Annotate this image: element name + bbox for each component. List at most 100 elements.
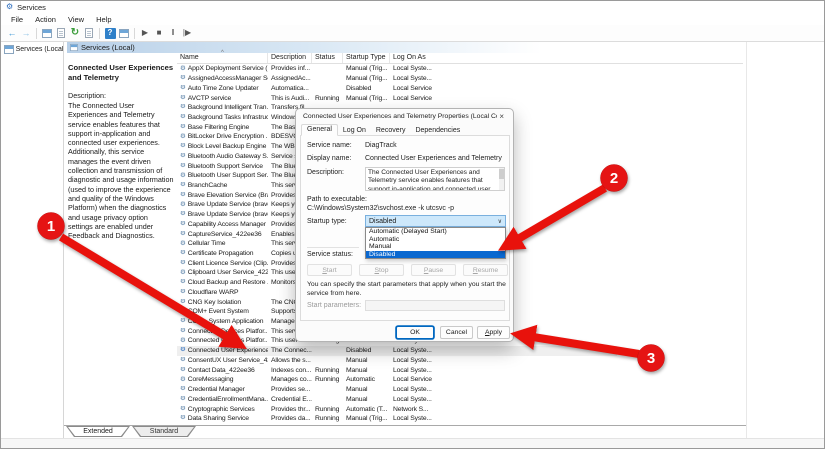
show-window-icon[interactable] [117, 27, 131, 40]
cell: Network S... [393, 405, 429, 413]
cell: Automatica... [271, 84, 309, 92]
cell-name: ⚙ AssignedAccessManager Se... [180, 75, 268, 83]
toolbar-separator [99, 27, 100, 39]
document-icon [85, 28, 93, 38]
apply-button[interactable]: Apply [477, 326, 510, 339]
tab-extended[interactable]: Extended [66, 426, 130, 437]
table-row[interactable]: ⚙ Data Sharing Service Provides da... Runni… [177, 414, 617, 424]
properties-icon[interactable] [54, 27, 68, 40]
service-gear-icon: ⚙ [180, 405, 186, 412]
stop-service-icon[interactable]: ■ [152, 27, 166, 40]
service-gear-icon: ⚙ [180, 113, 186, 121]
table-row[interactable]: ⚙ CoreMessaging Manages co... Running Automa… [177, 375, 617, 385]
table-row[interactable]: ⚙ CredentialEnrollmentMana... Credential E… [177, 394, 617, 404]
cell: Running [315, 405, 340, 413]
cell-name: ⚙ ConsentUX User Service_42... [180, 356, 268, 364]
table-row[interactable]: ⚙ Connected User Experience... The Connec.… [177, 345, 617, 356]
ok-button[interactable]: OK [396, 326, 434, 339]
table-row[interactable]: ⚙ Cryptographic Services Provides thr... Ru… [177, 404, 617, 414]
tab-standard[interactable]: Standard [132, 426, 196, 437]
cell-name: ⚙ AppX Deployment Service (... [180, 65, 268, 73]
cell-name: ⚙ Background Intelligent Tran... [180, 104, 268, 112]
cell-name: ⚙ Base Filtering Engine [180, 123, 250, 131]
table-row[interactable]: ⚙ ConsentUX User Service_42... Allows the … [177, 356, 617, 366]
cell: Provides thr... [271, 405, 311, 413]
start-service-icon[interactable]: ▶ [138, 27, 152, 40]
service-gear-icon: ⚙ [180, 376, 186, 383]
table-row[interactable]: ⚙ Credential Manager Provides se... Manual L… [177, 385, 617, 395]
cell: AssignedAc... [271, 75, 311, 83]
startup-type-combobox[interactable]: Disabled ∨ [365, 215, 506, 227]
startup-type-label: Startup type: [307, 218, 347, 225]
show-console-tree-icon[interactable] [40, 27, 54, 40]
cell-name: ⚙ BitLocker Drive Encryption ... [180, 133, 268, 141]
menu-view[interactable]: View [62, 15, 90, 24]
column-header-description[interactable]: Description [268, 53, 312, 63]
table-row[interactable]: ⚙ AssignedAccessManager Se... AssignedAc..… [177, 74, 617, 84]
view-tab-strip: Extended Standard [64, 425, 746, 438]
cell: Local Syste... [393, 366, 432, 374]
menu-file[interactable]: File [5, 15, 29, 24]
cell: Local Syste... [393, 65, 432, 73]
scrollbar-thumb[interactable] [499, 169, 504, 179]
service-gear-icon: ⚙ [180, 288, 186, 296]
tab-general[interactable]: General [301, 124, 338, 136]
service-gear-icon: ⚙ [180, 386, 186, 393]
cell-name: ⚙Clipboard User Service_422e... [180, 269, 268, 277]
dropdown-option[interactable]: Manual [366, 243, 505, 251]
column-header-log-on-as[interactable]: Log On As [390, 53, 443, 63]
resume-button[interactable]: Resume [463, 264, 508, 276]
stop-button[interactable]: Stop [359, 264, 404, 276]
cell-name: ⚙ Bluetooth Support Service [180, 162, 263, 170]
refresh-icon[interactable]: ↻ [68, 27, 82, 40]
scrollbar[interactable] [499, 168, 504, 190]
column-header-status[interactable]: Status [312, 53, 343, 63]
cell: Local Syste... [393, 395, 432, 403]
cell-name: ⚙ CoreMessaging [180, 376, 234, 384]
cell: Disabled [346, 84, 372, 92]
cell-name: ⚙ AVCTP service [180, 94, 232, 102]
services-window: ⚙ Services File Action View Help ← → ↻ ?… [0, 0, 825, 449]
pause-button[interactable]: Pause [411, 264, 456, 276]
cell: Local Syste... [393, 347, 432, 355]
cell: Manual (Trig... [346, 415, 388, 423]
menu-help[interactable]: Help [90, 15, 117, 24]
service-gear-icon: ⚙ [180, 181, 186, 189]
restart-service-icon[interactable]: |▶ [180, 27, 194, 40]
service-gear-icon: ⚙ [180, 152, 186, 160]
service-gear-icon: ⚙ [180, 94, 186, 101]
cell: Manual [346, 386, 368, 394]
console-icon [4, 45, 14, 54]
start-button[interactable]: Start [307, 264, 352, 276]
menu-action[interactable]: Action [29, 15, 62, 24]
menu-bar: File Action View Help [1, 13, 824, 25]
cell: Automatic [346, 376, 375, 384]
export-list-icon[interactable] [82, 27, 96, 40]
tab-extended-label: Extended [67, 427, 129, 436]
start-parameters-input[interactable] [365, 300, 505, 311]
dropdown-option[interactable]: Automatic [366, 236, 505, 244]
service-gear-icon: ⚙ [180, 269, 186, 276]
tree-item-services-local[interactable]: Services (Local) [4, 45, 63, 54]
back-icon[interactable]: ← [5, 27, 19, 40]
cell-name: ⚙ CNG Key Isolation [180, 298, 242, 306]
dialog-description-box[interactable]: The Connected User Experiences and Telem… [365, 167, 505, 191]
column-header-startup-type[interactable]: Startup Type [343, 53, 390, 63]
service-gear-icon: ⚙ [180, 259, 186, 266]
dropdown-option[interactable]: Automatic (Delayed Start) [366, 228, 505, 236]
chevron-down-icon: ∨ [497, 219, 502, 225]
forward-icon[interactable]: → [19, 27, 33, 40]
table-row[interactable]: ⚙ AVCTP service This is Audi... Running Manu… [177, 93, 617, 103]
cell-name: ⚙ Capability Access Manager ... [180, 220, 268, 228]
table-row[interactable]: ⚙ Contact Data_422ee36 Indexes con... Runni… [177, 365, 617, 375]
table-row[interactable]: ⚙ Auto Time Zone Updater Automatica... Disa… [177, 83, 617, 93]
app-icon: ⚙ [6, 2, 14, 11]
cancel-button[interactable]: Cancel [440, 326, 473, 339]
table-row[interactable]: ⚙ AppX Deployment Service (... Provides in… [177, 64, 617, 74]
close-icon[interactable]: × [497, 112, 506, 121]
pause-service-icon[interactable]: ‖ [166, 27, 180, 40]
help-icon[interactable]: ? [103, 27, 117, 40]
cell-name: ⚙ CaptureService_422ee36 [180, 230, 262, 238]
dropdown-option[interactable]: Disabled [366, 250, 505, 259]
service-gear-icon: ⚙ [180, 84, 186, 92]
